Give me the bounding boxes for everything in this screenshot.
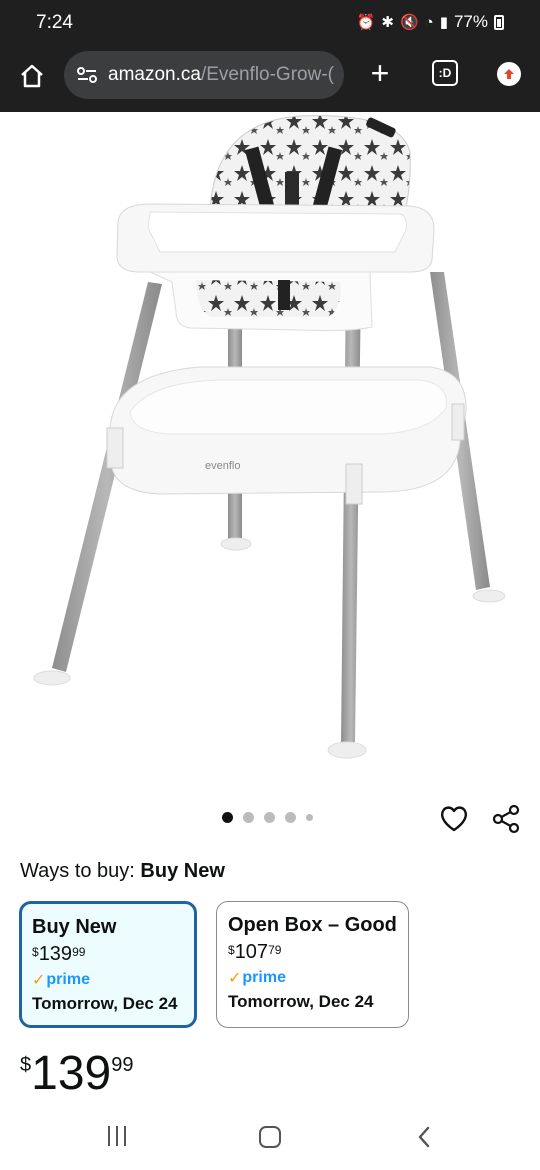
price-symbol: $ (20, 1054, 32, 1076)
carousel-dot[interactable] (243, 812, 254, 823)
price-whole: 139 (38, 943, 73, 965)
tab-switcher-button[interactable]: :D (432, 60, 458, 86)
alarm-icon: ⏰ (356, 14, 376, 31)
prime-badge: ✓ prime (228, 968, 398, 988)
price-whole: 107 (234, 941, 269, 963)
prime-badge: ✓ prime (32, 970, 184, 990)
prime-label: prime (242, 969, 286, 986)
price-symbol: $ (32, 945, 39, 959)
bluetooth-icon: ✱ (381, 14, 394, 31)
share-icon (492, 804, 520, 834)
url-bar[interactable]: amazon.ca/Evenflo-Grow-( (64, 51, 344, 99)
ways-to-buy-label: Ways to buy: (20, 860, 141, 882)
prime-check-icon: ✓ (32, 972, 46, 989)
image-carousel-dots[interactable] (222, 812, 313, 823)
recent-apps-button[interactable] (108, 1126, 134, 1148)
share-button[interactable] (490, 803, 522, 835)
buy-option-title: Buy New (32, 916, 117, 938)
buy-option-delivery: Tomorrow, Dec 24 (228, 992, 374, 1011)
url-text: amazon.ca/Evenflo-Grow-( (108, 64, 334, 86)
system-nav-bar (0, 1106, 540, 1170)
buy-option-price: $10779 (228, 941, 398, 964)
home-icon (21, 64, 43, 88)
back-icon (418, 1126, 430, 1148)
carousel-dot[interactable] (222, 812, 233, 823)
product-price: $13999 (20, 1046, 133, 1101)
prime-label: prime (46, 971, 90, 988)
price-cents: 99 (111, 1054, 134, 1076)
menu-button[interactable] (497, 62, 521, 86)
ways-to-buy-heading: Ways to buy: Buy New (20, 860, 225, 883)
buy-option-open-box[interactable]: Open Box – Good $10779 ✓ prime Tomorrow, … (216, 901, 409, 1028)
buy-option-title: Open Box – Good (228, 914, 397, 936)
buy-option-new[interactable]: Buy New $13999 ✓ prime Tomorrow, Dec 24 (19, 901, 197, 1028)
url-domain: amazon.ca (108, 64, 201, 85)
home-button[interactable] (14, 58, 50, 94)
carousel-dot[interactable] (306, 814, 313, 821)
battery-icon (494, 14, 504, 30)
wifi-icon: ◔ (424, 13, 434, 31)
back-button[interactable] (412, 1124, 438, 1150)
plus-icon: + (370, 55, 390, 91)
product-image[interactable]: evenflo (0, 112, 540, 792)
signal-icon: ▮ (439, 14, 448, 31)
carousel-dot[interactable] (264, 812, 275, 823)
recent-apps-icon (108, 1126, 110, 1146)
high-chair-image: evenflo (33, 115, 506, 759)
update-arrow-icon (504, 69, 514, 79)
price-symbol: $ (228, 943, 235, 957)
price-cents: 79 (268, 943, 282, 957)
mute-icon: 🔇 (399, 14, 419, 31)
browser-toolbar: amazon.ca/Evenflo-Grow-( + :D (0, 46, 540, 112)
price-whole: 139 (31, 1047, 112, 1100)
buy-option-price: $13999 (32, 943, 184, 966)
new-tab-button[interactable]: + (362, 56, 398, 92)
wishlist-button[interactable] (438, 803, 470, 835)
url-path: /Evenflo-Grow-( (200, 64, 334, 85)
status-time: 7:24 (36, 12, 73, 33)
carousel-dot[interactable] (285, 812, 296, 823)
buy-option-delivery: Tomorrow, Dec 24 (32, 994, 178, 1013)
prime-check-icon: ✓ (228, 970, 242, 987)
ways-to-buy-selected: Buy New (140, 860, 225, 882)
status-icons: ⏰ ✱ 🔇 ◔ ▮ 77% (357, 12, 504, 32)
status-bar: 7:24 ⏰ ✱ 🔇 ◔ ▮ 77% (0, 0, 540, 46)
heart-icon (440, 806, 468, 832)
system-home-button[interactable] (259, 1126, 281, 1148)
brand-mark: evenflo (205, 460, 240, 472)
battery-percent: 77% (453, 12, 488, 31)
price-cents: 99 (72, 945, 86, 959)
site-settings-icon[interactable] (76, 66, 98, 84)
